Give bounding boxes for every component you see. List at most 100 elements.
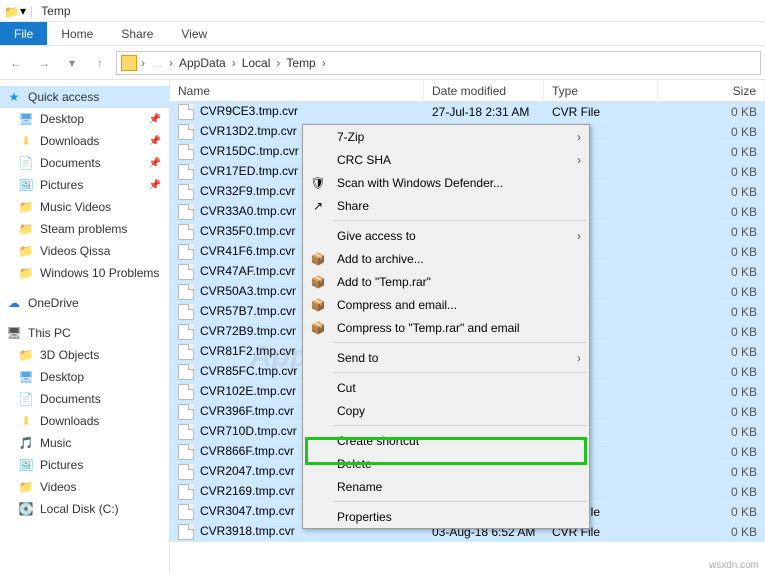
nav-item[interactable]: 🖼Pictures📌: [0, 174, 169, 196]
col-name[interactable]: Name: [170, 80, 424, 101]
ctx-compress-temp-email[interactable]: 📦Compress to "Temp.rar" and email: [303, 316, 589, 339]
breadcrumb[interactable]: › … › AppData › Local › Temp ›: [116, 51, 761, 75]
nav-icon: 🖼: [18, 457, 34, 473]
nav-icon: 📁: [18, 199, 34, 215]
file-date: 27-Jul-18 2:31 AM: [424, 105, 544, 119]
nav-item[interactable]: 🖥Desktop📌: [0, 108, 169, 130]
nav-item[interactable]: 📁Music Videos: [0, 196, 169, 218]
tab-file[interactable]: File: [0, 22, 47, 45]
ribbon: File Home Share View: [0, 22, 765, 46]
file-icon: [178, 124, 194, 140]
column-headers[interactable]: Name Date modified Type Size: [170, 80, 765, 102]
crumb-hidden[interactable]: …: [149, 56, 165, 70]
nav-item[interactable]: 💽Local Disk (C:): [0, 498, 169, 520]
file-size: 0 KB: [658, 165, 765, 179]
tab-home[interactable]: Home: [47, 22, 107, 45]
nav-up[interactable]: ↑: [88, 51, 112, 75]
ctx-defender[interactable]: 🛡Scan with Windows Defender...: [303, 171, 589, 194]
crumb-temp[interactable]: Temp: [284, 56, 317, 70]
file-icon: [178, 304, 194, 320]
ctx-properties[interactable]: Properties: [303, 505, 589, 528]
file-size: 0 KB: [658, 465, 765, 479]
nav-back[interactable]: ←: [4, 51, 28, 75]
file-icon: [178, 164, 194, 180]
ctx-add-temp-rar[interactable]: 📦Add to "Temp.rar": [303, 270, 589, 293]
file-icon: [178, 424, 194, 440]
file-icon: [178, 404, 194, 420]
file-size: 0 KB: [658, 145, 765, 159]
nav-item[interactable]: 🖥Desktop: [0, 366, 169, 388]
nav-item[interactable]: 📁 Videos: [0, 476, 169, 498]
nav-icon: 🎵: [18, 435, 34, 451]
nav-icon: 📁: [18, 221, 34, 237]
archive-icon: 📦: [307, 252, 329, 266]
nav-item[interactable]: ⬇Downloads📌: [0, 130, 169, 152]
nav-icon: 📄: [18, 155, 34, 171]
share-icon: ↗: [307, 199, 329, 213]
col-type[interactable]: Type: [544, 80, 658, 101]
chevron-icon[interactable]: ›: [274, 56, 282, 70]
nav-label: Videos: [40, 480, 76, 494]
nav-icon: 📄: [18, 391, 34, 407]
nav-item[interactable]: 🎵Music: [0, 432, 169, 454]
ctx-create-shortcut[interactable]: Create shortcut: [303, 429, 589, 452]
nav-item[interactable]: 📁Videos Qissa: [0, 240, 169, 262]
nav-item[interactable]: 📄Documents📌: [0, 152, 169, 174]
chevron-right-icon: ›: [577, 229, 581, 243]
file-icon: [178, 344, 194, 360]
ctx-give-access[interactable]: Give access to›: [303, 224, 589, 247]
file-icon: [178, 504, 194, 520]
nav-recent[interactable]: ▾: [60, 51, 84, 75]
nav-this-pc[interactable]: 🖥 This PC: [0, 322, 169, 344]
file-name: CVR9CE3.tmp.cvr: [170, 104, 424, 120]
nav-item[interactable]: ⬇Downloads: [0, 410, 169, 432]
nav-icon: 📁: [18, 479, 34, 495]
ctx-add-archive[interactable]: 📦Add to archive...: [303, 247, 589, 270]
chevron-icon[interactable]: ›: [139, 56, 147, 70]
ctx-compress-email[interactable]: 📦Compress and email...: [303, 293, 589, 316]
nav-onedrive[interactable]: ☁ OneDrive: [0, 292, 169, 314]
nav-item[interactable]: 📄Documents: [0, 388, 169, 410]
file-size: 0 KB: [658, 265, 765, 279]
ctx-delete[interactable]: Delete: [303, 452, 589, 475]
file-icon: [178, 444, 194, 460]
tab-view[interactable]: View: [167, 22, 221, 45]
col-date[interactable]: Date modified: [424, 80, 544, 101]
file-size: 0 KB: [658, 205, 765, 219]
nav-item[interactable]: 📁3D Objects: [0, 344, 169, 366]
file-size: 0 KB: [658, 325, 765, 339]
file-size: 0 KB: [658, 425, 765, 439]
file-icon: [178, 184, 194, 200]
chevron-right-icon: ›: [577, 351, 581, 365]
file-row[interactable]: CVR9CE3.tmp.cvr27-Jul-18 2:31 AMCVR File…: [170, 102, 765, 122]
address-bar: ← → ▾ ↑ › … › AppData › Local › Temp ›: [0, 46, 765, 80]
ctx-7zip[interactable]: 7-Zip›: [303, 125, 589, 148]
app-icon: 📁: [4, 5, 16, 17]
nav-icon: 📁: [18, 347, 34, 363]
separator: [333, 372, 587, 373]
file-size: 0 KB: [658, 405, 765, 419]
crumb-local[interactable]: Local: [240, 56, 273, 70]
nav-item[interactable]: 📁Windows 10 Problems: [0, 262, 169, 284]
shield-icon: 🛡: [307, 176, 329, 190]
ctx-copy[interactable]: Copy: [303, 399, 589, 422]
ctx-send-to[interactable]: Send to›: [303, 346, 589, 369]
window-title: Temp: [41, 4, 70, 18]
ctx-crcsha[interactable]: CRC SHA›: [303, 148, 589, 171]
crumb-appdata[interactable]: AppData: [177, 56, 228, 70]
nav-label: Pictures: [40, 458, 83, 472]
col-size[interactable]: Size: [658, 80, 765, 101]
chevron-icon[interactable]: ›: [230, 56, 238, 70]
nav-label: Windows 10 Problems: [40, 266, 159, 280]
nav-item[interactable]: 🖼 Pictures: [0, 454, 169, 476]
ctx-rename[interactable]: Rename: [303, 475, 589, 498]
qa-down-icon[interactable]: ▾: [20, 4, 26, 18]
nav-fwd[interactable]: →: [32, 51, 56, 75]
nav-item[interactable]: 📁Steam problems: [0, 218, 169, 240]
ctx-cut[interactable]: Cut: [303, 376, 589, 399]
tab-share[interactable]: Share: [107, 22, 167, 45]
chevron-icon[interactable]: ›: [320, 56, 328, 70]
chevron-icon[interactable]: ›: [167, 56, 175, 70]
nav-quick-access[interactable]: ★ Quick access: [0, 86, 169, 108]
ctx-share[interactable]: ↗Share: [303, 194, 589, 217]
